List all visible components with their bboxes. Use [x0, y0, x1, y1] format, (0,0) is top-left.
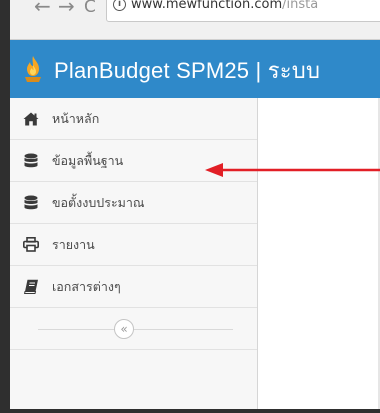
sidebar-item-label: ขอตั้งงบประมาณ	[52, 194, 145, 210]
sidebar-item-documents[interactable]: เอกสารต่างๆ	[10, 266, 257, 308]
divider	[38, 329, 233, 330]
sidebar-item-label: รายงาน	[52, 236, 95, 252]
book-icon	[22, 278, 40, 296]
browser-window: ← → C i www.mewfunction.com/insta PlanBu…	[0, 0, 380, 413]
flame-logo-icon	[25, 56, 41, 82]
reload-icon[interactable]: C	[84, 0, 96, 17]
print-icon	[22, 236, 40, 254]
url-path: /insta	[282, 0, 319, 12]
database-icon	[22, 152, 40, 170]
app-header: PlanBudget SPM25 | ระบบ	[10, 40, 380, 98]
sidebar-item-reports[interactable]: รายงาน	[10, 224, 257, 266]
sidebar-item-label: ข้อมูลพื้นฐาน	[52, 152, 124, 168]
back-arrow-icon[interactable]: ←	[34, 0, 51, 16]
info-icon[interactable]: i	[113, 0, 126, 11]
address-bar[interactable]: i www.mewfunction.com/insta	[106, 0, 380, 22]
browser-toolbar: ← → C i www.mewfunction.com/insta	[10, 0, 380, 40]
sidebar-item-budget-request[interactable]: ขอตั้งงบประมาณ	[10, 182, 257, 224]
database-icon	[22, 194, 40, 212]
url-host: www.mewfunction.com	[131, 0, 283, 12]
sidebar-item-home[interactable]: หน้าหลัก	[10, 98, 257, 140]
sidebar-collapse-row: «	[10, 308, 257, 350]
annotation-arrow-icon	[205, 163, 380, 177]
collapse-sidebar-button[interactable]: «	[114, 319, 134, 339]
sidebar-item-label: หน้าหลัก	[52, 110, 100, 126]
sidebar: หน้าหลัก ข้อมูลพื้นฐาน ขอตั้งงบประมาณ รา…	[10, 98, 258, 409]
home-icon	[22, 110, 40, 128]
sidebar-item-label: เอกสารต่างๆ	[52, 278, 121, 294]
forward-arrow-icon[interactable]: →	[58, 0, 75, 16]
app-title: PlanBudget SPM25 | ระบบ	[54, 58, 321, 83]
